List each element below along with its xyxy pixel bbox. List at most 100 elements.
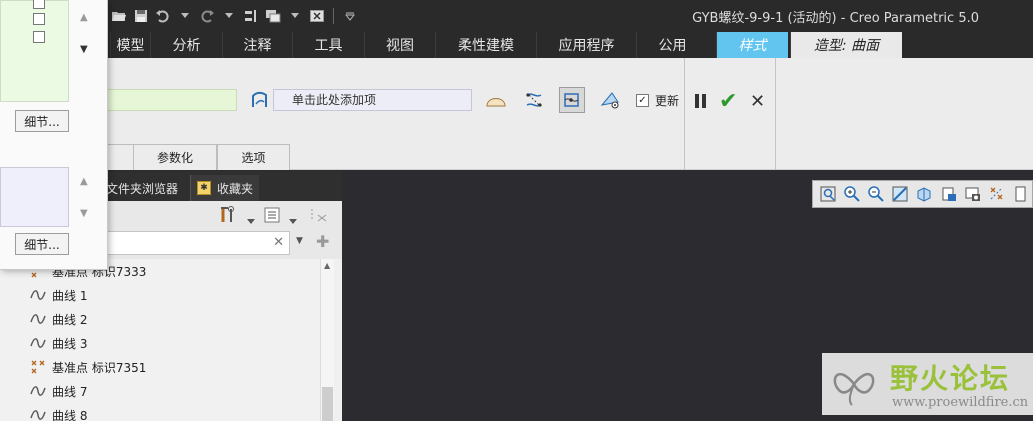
- tab-folder-browser[interactable]: 文件夹浏览器: [100, 175, 184, 201]
- move-up-icon[interactable]: ▲: [80, 12, 88, 23]
- surface-boundary-icon[interactable]: [247, 87, 273, 113]
- view-manager-icon[interactable]: [962, 183, 983, 205]
- curve-checkbox[interactable]: [33, 13, 45, 25]
- favorites-label: 收藏夹: [217, 181, 254, 196]
- watermark-url: www.proewildfire.cn: [892, 395, 1029, 410]
- display-style-icon[interactable]: [914, 183, 935, 205]
- references-list[interactable]: [0, 167, 69, 227]
- references-dropdown-panel: ▲ ▼ 细节... ▲ ▼ 细节...: [0, 0, 108, 270]
- tab-style-surface[interactable]: 造型: 曲面: [790, 32, 902, 58]
- tree-item[interactable]: 曲线 7: [0, 379, 320, 403]
- tree-item-label: 曲线 3: [52, 336, 88, 351]
- chevron-down-icon[interactable]: [289, 213, 297, 227]
- tab-parameterization[interactable]: 参数化: [133, 144, 217, 170]
- clear-search-icon[interactable]: ✕: [273, 235, 284, 250]
- filter-icon[interactable]: [310, 207, 328, 226]
- tab-annotate[interactable]: 注释: [222, 32, 292, 58]
- favorites-icon: ✱: [197, 181, 211, 195]
- move-up-icon[interactable]: ▲: [80, 176, 88, 187]
- tree-item[interactable]: 曲线 1: [0, 283, 320, 307]
- tree-settings-icon[interactable]: [220, 206, 240, 227]
- curve-icon: [30, 311, 46, 327]
- internal-curve-icon[interactable]: [559, 87, 585, 113]
- regenerate-icon[interactable]: [242, 7, 260, 25]
- more-tools-icon[interactable]: [1011, 183, 1032, 205]
- tab-applications[interactable]: 应用程序: [536, 32, 636, 58]
- saved-orientations-icon[interactable]: [938, 183, 959, 205]
- tree-item[interactable]: 曲线 8: [0, 403, 320, 421]
- tree-search-input[interactable]: ✕: [104, 231, 290, 255]
- curve-checkbox[interactable]: [33, 0, 45, 9]
- zoom-in-icon[interactable]: [841, 183, 862, 205]
- tab-flexible-modeling[interactable]: 柔性建模: [435, 32, 536, 58]
- model-tree: 基准点 标识7333 曲线 1 曲线 2 曲线 3 基准点 标识7351 曲线 …: [0, 259, 320, 421]
- update-label: 更新: [655, 94, 680, 108]
- ok-check-icon[interactable]: ✔: [719, 89, 737, 114]
- datum-display-icon[interactable]: [987, 183, 1008, 205]
- close-window-icon[interactable]: [308, 7, 326, 25]
- datum-point-icon: [30, 359, 46, 375]
- cancel-x-icon[interactable]: ✕: [750, 91, 765, 112]
- save-icon[interactable]: [132, 7, 150, 25]
- tree-item[interactable]: 曲线 3: [0, 331, 320, 355]
- add-filter-icon[interactable]: ✚: [316, 232, 329, 251]
- details-button[interactable]: 细节...: [15, 233, 69, 255]
- tab-favorites[interactable]: ✱ 收藏夹: [190, 175, 260, 201]
- window-title: GYB螺纹-9-9-1 (活动的) - Creo Parametric 5.0: [692, 11, 979, 26]
- ribbon-panel: 单击此处添加项 ✓ 更新 ✔ ✕ 参数化 选项: [0, 58, 1033, 170]
- tab-view[interactable]: 视图: [364, 32, 435, 58]
- chevron-down-icon[interactable]: [247, 213, 255, 227]
- curve-icon: [30, 335, 46, 351]
- toolbar-separator: [333, 8, 334, 24]
- forum-logo-icon: [833, 372, 875, 406]
- watermark: 野火论坛 www.proewildfire.cn: [822, 353, 1033, 415]
- tree-item-label: 曲线 7: [52, 384, 88, 399]
- preview-analysis-icon[interactable]: [598, 87, 624, 113]
- tree-item[interactable]: 曲线 2: [0, 307, 320, 331]
- view-toolbar: [812, 180, 1033, 208]
- scrollbar-thumb[interactable]: [322, 387, 333, 421]
- ribbon-tab-bar: 模型 分析 注释 工具 视图 柔性建模 应用程序 公用 样式 造型: 曲面: [0, 32, 1033, 58]
- curve-checkbox[interactable]: [33, 31, 45, 43]
- curves-list[interactable]: [0, 0, 69, 102]
- move-down-icon[interactable]: ▼: [80, 44, 88, 55]
- tab-common[interactable]: 公用: [636, 32, 708, 58]
- tree-item-label: 曲线 2: [52, 312, 88, 327]
- update-checkbox[interactable]: ✓: [636, 94, 649, 107]
- undo-icon[interactable]: [154, 7, 172, 25]
- curve-network-icon[interactable]: [521, 87, 547, 113]
- customize-toolbar-icon[interactable]: [341, 7, 359, 25]
- ribbon-separator: [684, 58, 685, 170]
- tab-model[interactable]: 模型: [110, 32, 150, 58]
- open-icon[interactable]: [110, 7, 128, 25]
- curve-icon: [30, 407, 46, 421]
- chevron-down-icon[interactable]: [286, 7, 304, 25]
- tree-scrollbar[interactable]: ▲: [320, 259, 334, 421]
- chevron-down-icon[interactable]: [220, 7, 238, 25]
- curve-collector[interactable]: [100, 89, 237, 111]
- refit-icon[interactable]: [817, 183, 838, 205]
- tree-item-label: 曲线 1: [52, 288, 88, 303]
- chevron-down-icon[interactable]: [176, 7, 194, 25]
- show-list-icon[interactable]: [264, 207, 280, 226]
- tree-item[interactable]: 基准点 标识7351: [0, 355, 320, 379]
- redo-icon[interactable]: [198, 7, 216, 25]
- tree-item-label: 曲线 8: [52, 408, 88, 421]
- tab-options[interactable]: 选项: [217, 144, 290, 170]
- curve-icon: [30, 383, 46, 399]
- reference-collector[interactable]: 单击此处添加项: [273, 89, 472, 111]
- quick-access-toolbar: [110, 5, 359, 27]
- surface-shape-icon[interactable]: [483, 87, 509, 113]
- details-button[interactable]: 细节...: [15, 110, 69, 132]
- tab-analysis[interactable]: 分析: [150, 32, 222, 58]
- tree-item-label: 基准点 标识7351: [52, 360, 147, 375]
- tab-tools[interactable]: 工具: [292, 32, 364, 58]
- zoom-out-icon[interactable]: [865, 183, 886, 205]
- pause-icon[interactable]: [695, 94, 707, 108]
- move-down-icon[interactable]: ▼: [80, 208, 88, 219]
- windows-icon[interactable]: [264, 7, 282, 25]
- tab-style[interactable]: 样式: [716, 32, 788, 58]
- chevron-down-icon[interactable]: ▼: [296, 236, 303, 246]
- repaint-icon[interactable]: [890, 183, 911, 205]
- scroll-up-icon[interactable]: ▲: [324, 261, 330, 270]
